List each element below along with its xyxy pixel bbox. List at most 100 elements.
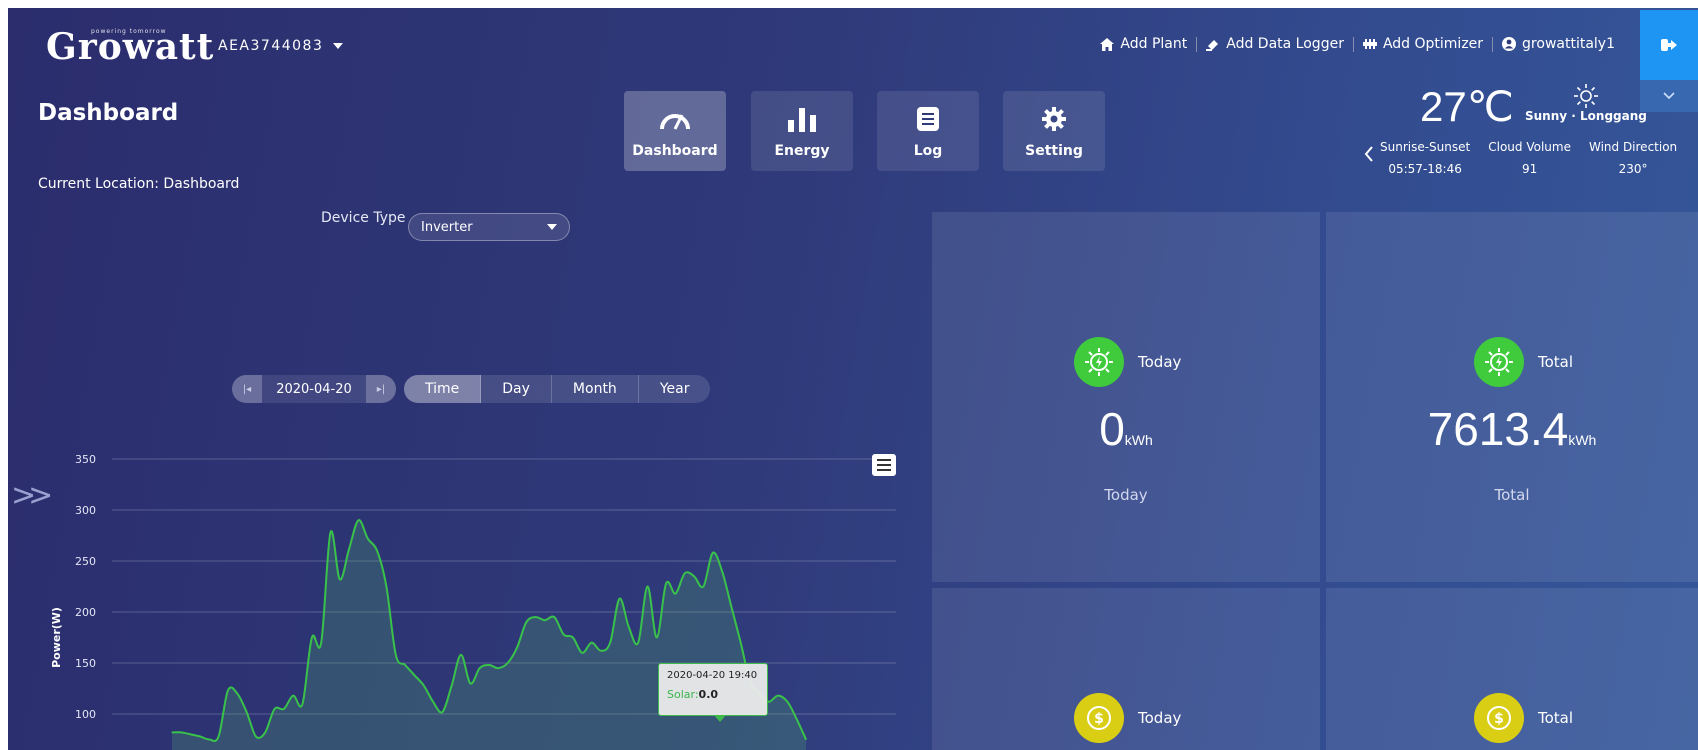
data-point	[637, 642, 639, 644]
nav-dashboard[interactable]: Dashboard	[624, 91, 726, 171]
logger-icon	[1206, 39, 1219, 51]
card-value-unit: kWh	[1568, 432, 1597, 448]
logo-tagline: powering tomorrow	[91, 28, 167, 35]
y-tick-label: 250	[75, 555, 96, 568]
chart-tooltip: 2020-04-20 19:40 Solar:0.0	[658, 663, 768, 722]
gear-icon	[1042, 107, 1066, 131]
data-point	[572, 636, 574, 639]
date-field[interactable]: 2020-04-20	[262, 382, 366, 397]
card-value-number: 7613.4	[1427, 403, 1569, 455]
home-icon	[1100, 37, 1115, 51]
data-point	[357, 519, 360, 521]
data-point	[544, 619, 546, 621]
data-point	[460, 654, 462, 656]
growatt-logo[interactable]: Growatt powering tomorrow	[46, 26, 214, 68]
tooltip-series: Solar:	[667, 688, 699, 701]
data-point	[618, 598, 621, 600]
data-point	[600, 650, 602, 652]
data-point	[712, 552, 714, 554]
data-point	[525, 621, 527, 623]
tab-day[interactable]: Day	[481, 375, 552, 403]
next-date-button[interactable]: ▸|	[366, 375, 396, 403]
data-point	[311, 636, 313, 639]
prev-date-button[interactable]: |◂	[232, 375, 262, 403]
data-point	[693, 575, 695, 577]
weather-detail-label: Cloud Volume	[1488, 140, 1571, 154]
data-point	[348, 548, 350, 550]
page-title: Dashboard	[38, 100, 179, 126]
gauge-icon	[660, 114, 690, 130]
logout-button[interactable]	[1640, 10, 1698, 80]
nav-dashboard-label: Dashboard	[632, 143, 718, 159]
data-point	[535, 616, 537, 618]
card-heading: Today	[1138, 709, 1182, 727]
data-point	[301, 703, 304, 705]
add-plant-link[interactable]: Add Plant	[1091, 36, 1196, 52]
log-icon	[917, 107, 939, 131]
weather-detail-value: 230°	[1618, 162, 1648, 176]
data-point	[721, 570, 723, 572]
plant-selector[interactable]: AEA3744083	[218, 38, 344, 54]
user-account-link[interactable]: growattitaly1	[1493, 36, 1624, 52]
weather-cloud-volume: Cloud Volume 91	[1488, 140, 1571, 176]
data-point	[684, 572, 686, 574]
data-point	[423, 684, 425, 687]
card-value: 0kWh	[932, 402, 1320, 456]
optimizer-icon	[1362, 39, 1377, 49]
data-point	[264, 731, 266, 733]
nav-log[interactable]: Log	[877, 91, 979, 171]
data-point	[488, 664, 490, 666]
expand-button[interactable]	[1640, 80, 1698, 112]
data-point	[292, 695, 294, 697]
divider	[1492, 36, 1494, 52]
tab-month[interactable]: Month	[552, 375, 639, 403]
menu-line	[877, 469, 891, 471]
device-type-select[interactable]: Inverter	[408, 213, 570, 241]
username: growattitaly1	[1522, 36, 1615, 52]
tab-year[interactable]: Year	[639, 375, 711, 403]
power-chart: 100 150 200 250 300 350 Power(W)	[36, 436, 916, 750]
stats-cards: Today 0kWh Today Total 7613.4kWh Total $…	[932, 212, 1698, 750]
data-point	[796, 718, 798, 720]
next-date-icon: ▸|	[376, 383, 386, 395]
svg-text:$: $	[1494, 711, 1504, 727]
tab-time[interactable]: Time	[404, 375, 482, 403]
divider	[1352, 36, 1354, 52]
range-tabs: Time Day Month Year	[404, 375, 711, 403]
nav-energy[interactable]: Energy	[751, 91, 853, 171]
solar-total-card: Total 7613.4kWh Total	[1326, 212, 1698, 582]
data-point	[609, 642, 611, 644]
user-icon	[1502, 37, 1517, 51]
card-heading: Total	[1538, 709, 1574, 727]
weather-sunrise-sunset: Sunrise-Sunset 05:57-18:46	[1380, 140, 1470, 176]
divider	[1196, 36, 1198, 52]
data-point	[628, 626, 630, 628]
nav-setting[interactable]: Setting	[1003, 91, 1105, 171]
data-point	[199, 735, 201, 738]
add-optimizer-link[interactable]: Add Optimizer	[1354, 36, 1492, 52]
plant-id: AEA3744083	[218, 38, 324, 54]
data-point	[283, 708, 285, 710]
data-point	[395, 654, 397, 656]
data-point	[227, 689, 229, 692]
tooltip-time: 2020-04-20 19:40	[667, 670, 758, 681]
weather-detail-value: 05:57-18:46	[1388, 162, 1462, 176]
tooltip-value: 0.0	[698, 688, 719, 701]
nav-setting-label: Setting	[1025, 143, 1083, 159]
exit-icon	[1661, 39, 1677, 51]
add-data-logger-link[interactable]: Add Data Logger	[1197, 36, 1353, 52]
date-navigator: |◂ 2020-04-20 ▸|	[232, 375, 396, 403]
data-point	[590, 642, 593, 644]
data-point	[581, 652, 583, 654]
solar-icon	[1474, 337, 1524, 387]
data-point	[768, 701, 770, 703]
data-point	[441, 711, 443, 713]
data-point	[665, 582, 667, 585]
income-total-card: $ Total	[1326, 588, 1698, 750]
data-point	[218, 735, 220, 738]
y-tick-label: 150	[75, 657, 96, 670]
chart-menu-button[interactable]	[872, 454, 896, 476]
top-links: Add Plant Add Data Logger Add Optimizer …	[1091, 36, 1624, 52]
nav-log-label: Log	[913, 143, 943, 159]
data-point	[479, 667, 481, 669]
